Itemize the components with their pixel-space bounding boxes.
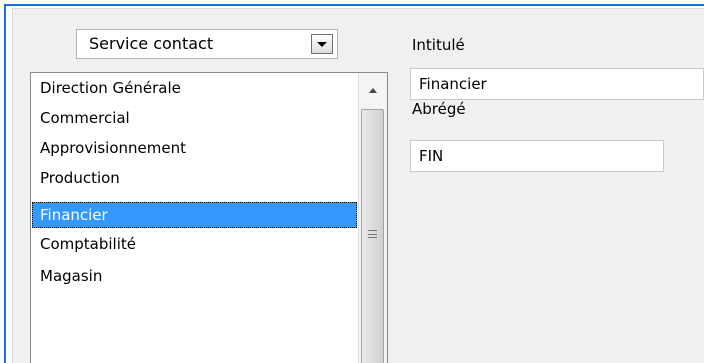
- list-scrollbar[interactable]: [358, 73, 387, 363]
- short-field[interactable]: FIN: [410, 140, 664, 172]
- scroll-up-icon[interactable]: [361, 75, 385, 103]
- dropdown-value: Service contact: [89, 34, 214, 53]
- list-item-selected[interactable]: Financier: [32, 202, 357, 228]
- list-item[interactable]: Magasin: [32, 263, 357, 289]
- list-item[interactable]: Approvisionnement: [32, 135, 357, 161]
- department-list[interactable]: Direction Générale Commercial Approvisio…: [30, 72, 388, 363]
- list-item[interactable]: Comptabilité: [32, 231, 357, 257]
- chevron-down-icon[interactable]: [311, 34, 333, 54]
- service-contact-dropdown[interactable]: Service contact: [76, 29, 338, 59]
- list-item[interactable]: Production: [32, 165, 357, 191]
- scroll-thumb[interactable]: [361, 109, 384, 363]
- list-item[interactable]: Direction Générale: [32, 75, 357, 101]
- title-label: Intitulé: [412, 36, 465, 54]
- short-label: Abrégé: [412, 100, 466, 118]
- grip-icon: [368, 230, 377, 238]
- list-item[interactable]: Commercial: [32, 105, 357, 131]
- title-field[interactable]: Financier: [410, 68, 704, 100]
